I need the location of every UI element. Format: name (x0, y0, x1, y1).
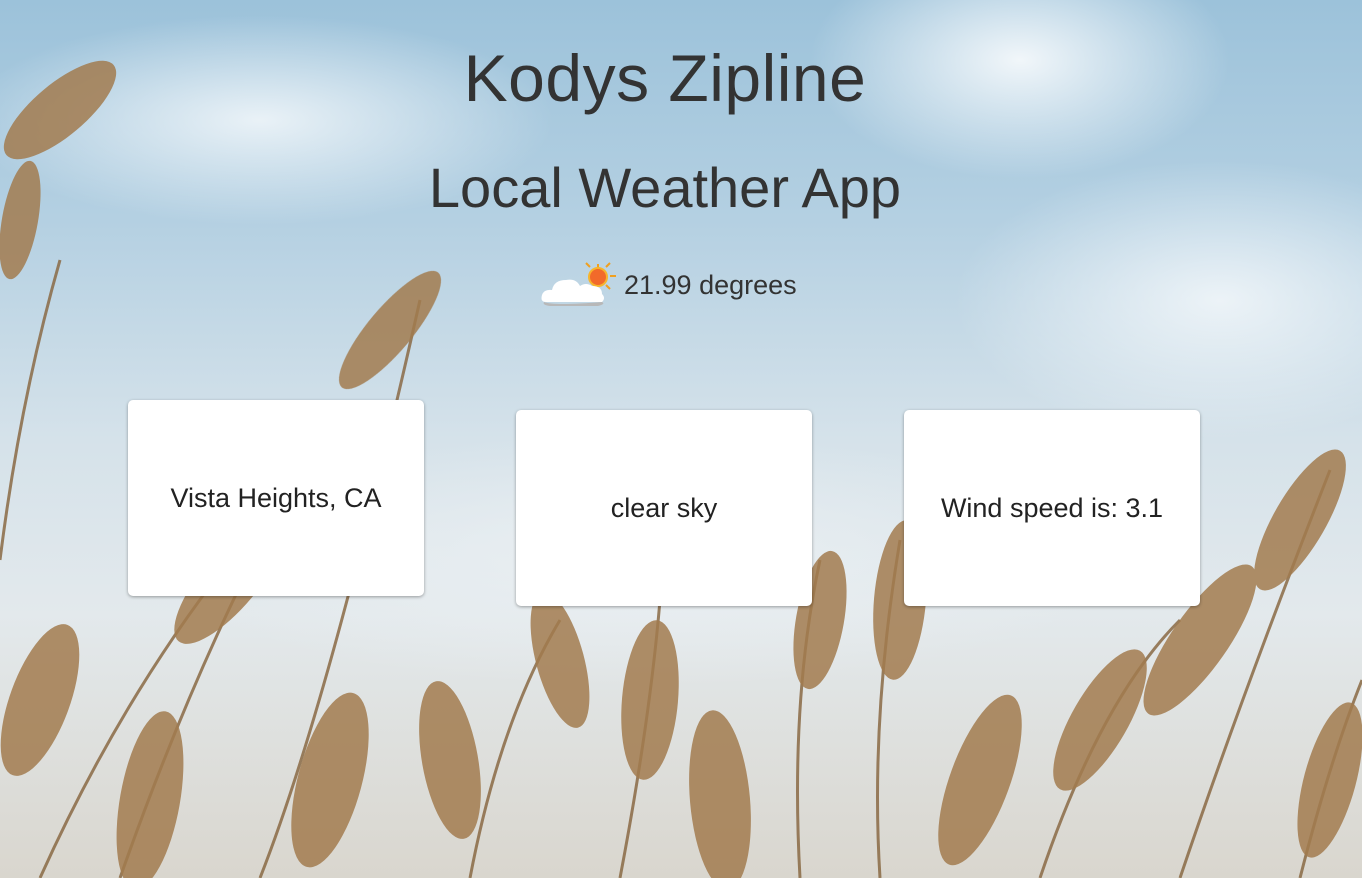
page-title: Kodys Zipline (463, 41, 867, 115)
description-card: clear sky (516, 410, 812, 606)
location-card: Vista Heights, CA (128, 400, 424, 596)
description-text: clear sky (610, 492, 718, 523)
partly-cloudy-icon (540, 262, 616, 308)
temperature-text: 21.99 degrees (624, 269, 797, 300)
temperature-row: 21.99 degrees (540, 262, 797, 308)
page-subtitle: Local Weather App (428, 156, 902, 219)
location-text: Vista Heights, CA (170, 482, 382, 513)
wind-text: Wind speed is: 3.1 (940, 492, 1164, 523)
wind-card: Wind speed is: 3.1 (904, 410, 1200, 606)
